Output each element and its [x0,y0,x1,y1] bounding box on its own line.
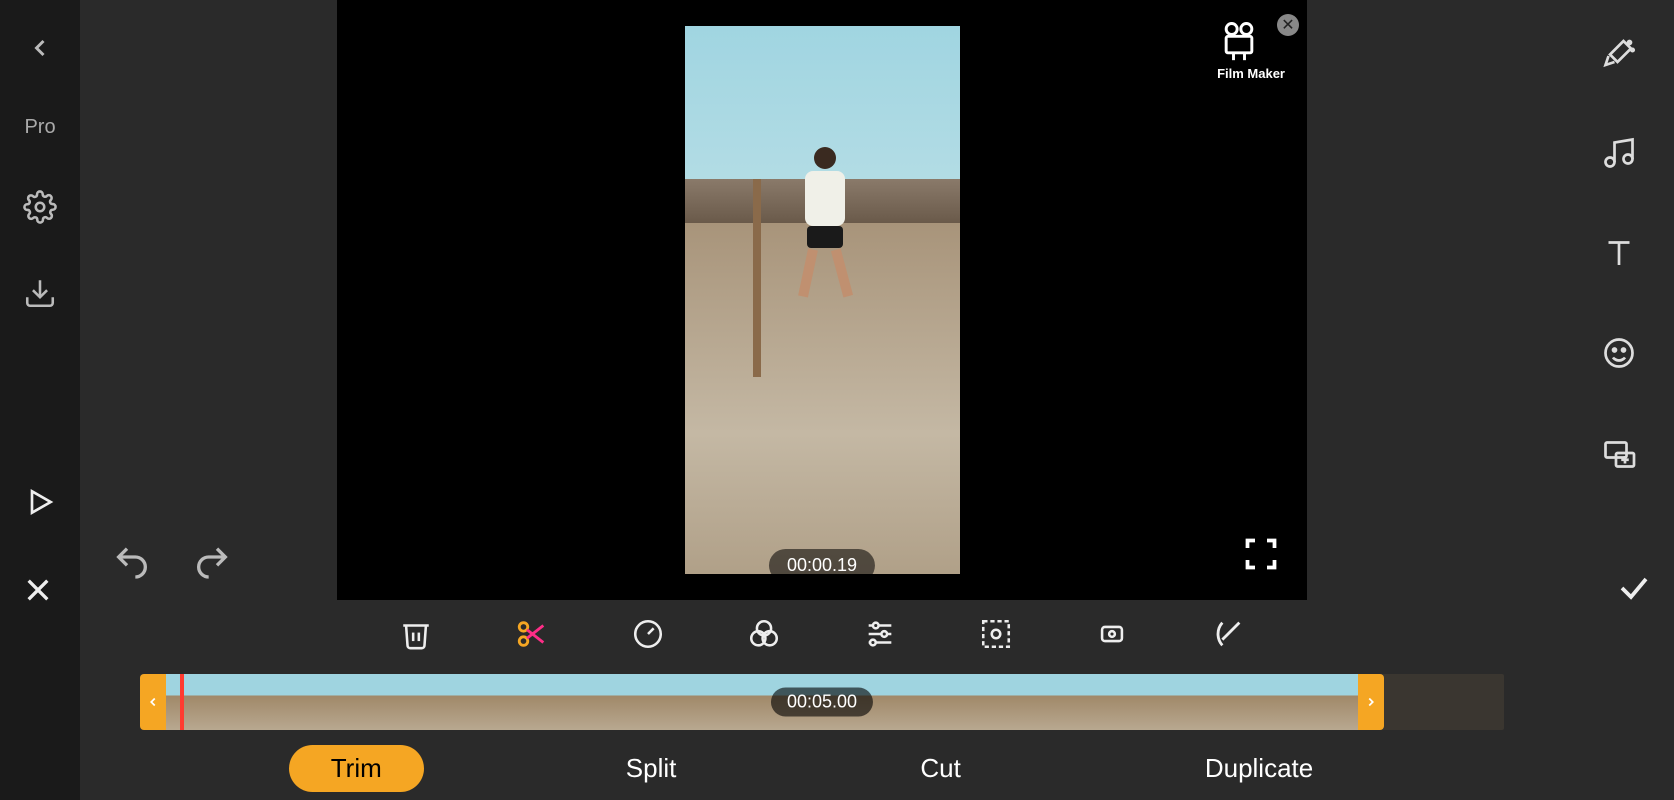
playhead[interactable] [180,674,184,730]
scissors-icon[interactable] [515,617,549,651]
text-icon[interactable] [1601,235,1637,271]
crop-focus-icon[interactable] [979,617,1013,651]
trim-button[interactable]: Trim [289,745,424,792]
watermark-label: Film Maker [1217,66,1285,81]
rotate-canvas-icon[interactable] [1095,617,1129,651]
filter-icon[interactable] [747,617,781,651]
trim-handle-left[interactable] [140,674,166,730]
effects-icon[interactable] [1601,35,1637,71]
duplicate-button[interactable]: Duplicate [1163,745,1355,792]
cut-button[interactable]: Cut [878,745,1002,792]
video-preview[interactable]: ✕ Film Maker 00:00.19 [337,0,1307,600]
right-sidebar [1564,0,1674,800]
camera-icon [1217,18,1261,62]
current-timecode: 00:00.19 [769,549,875,582]
tool-row [80,600,1564,668]
fullscreen-button[interactable] [1243,536,1279,572]
action-row: Trim Split Cut Duplicate [80,736,1564,800]
redo-button[interactable] [192,542,232,582]
timeline-track[interactable]: 00:05.00 [140,674,1504,730]
adjust-icon[interactable] [863,617,897,651]
sticker-icon[interactable] [1601,335,1637,371]
delete-icon[interactable] [399,617,433,651]
trim-handle-right[interactable] [1358,674,1384,730]
pro-button[interactable]: Pro [24,116,55,139]
video-frame [685,26,960,574]
play-button[interactable] [22,484,58,520]
undo-button[interactable] [112,542,152,582]
split-button[interactable]: Split [584,745,719,792]
cancel-button[interactable] [22,574,54,606]
back-button[interactable] [22,30,58,66]
timeline-duration: 00:05.00 [771,688,873,717]
settings-button[interactable] [22,189,58,225]
export-button[interactable] [22,275,58,311]
flip-icon[interactable] [1211,617,1245,651]
confirm-button[interactable] [1616,570,1652,606]
left-sidebar: Pro [0,0,80,800]
music-icon[interactable] [1601,135,1637,171]
speed-icon[interactable] [631,617,665,651]
pip-icon[interactable] [1601,435,1637,471]
close-icon[interactable]: ✕ [1277,14,1299,36]
preview-area: ✕ Film Maker 00:00.19 [80,0,1564,600]
timeline[interactable]: 00:05.00 [80,668,1564,736]
watermark[interactable]: ✕ Film Maker [1217,18,1285,81]
